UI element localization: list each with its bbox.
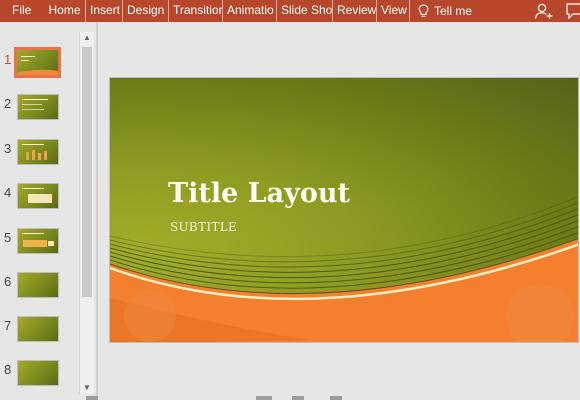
ribbon-tab-bar: File Home Insert Design Transitior Anima… — [0, 0, 580, 22]
thumb-arrow — [48, 241, 54, 246]
thumb-text-line — [22, 99, 48, 100]
add-person-icon[interactable] — [534, 2, 554, 20]
thumb-text-line — [22, 109, 44, 110]
thumb-bar — [26, 152, 29, 160]
slide-number: 4 — [4, 185, 12, 200]
thumb-bar — [44, 151, 47, 160]
scrollbar-thumb[interactable] — [82, 47, 92, 297]
slide-number: 1 — [4, 52, 12, 67]
thumb-subtitle-line — [21, 60, 29, 61]
tab-transitions[interactable]: Transitior — [169, 0, 223, 22]
thumbnail-row-2: 2 — [0, 94, 80, 130]
thumbnail-row-8: 8 — [0, 360, 80, 396]
thumb-bar — [38, 153, 41, 160]
tab-view[interactable]: View — [377, 0, 410, 22]
status-icon[interactable] — [86, 396, 98, 400]
tell-me-label: Tell me — [434, 4, 473, 18]
slide-subtitle[interactable]: SUBTITLE — [170, 220, 237, 234]
chevron-down-icon[interactable]: ▼ — [80, 382, 94, 394]
slide-number: 2 — [4, 96, 12, 111]
tab-home[interactable]: Home — [44, 0, 86, 22]
slide-number: 3 — [4, 141, 12, 156]
tell-me-search[interactable]: Tell me — [418, 4, 472, 18]
thumb-text-line — [22, 144, 44, 145]
tab-slide-show[interactable]: Slide Sho — [277, 0, 333, 22]
thumb-bar — [32, 150, 35, 160]
thumb-title-line — [21, 56, 35, 57]
tab-review[interactable]: Review — [333, 0, 377, 22]
thumb-text-line — [22, 104, 42, 105]
thumb-text-line — [22, 233, 44, 234]
slide-wave-decoration — [110, 196, 578, 342]
slide-number: 6 — [4, 274, 12, 289]
slide-canvas[interactable]: Title Layout SUBTITLE — [109, 77, 579, 343]
tab-design[interactable]: Design — [123, 0, 169, 22]
tab-animations[interactable]: Animatio — [223, 0, 277, 22]
slide-thumbnail-8[interactable] — [17, 360, 59, 386]
tab-insert[interactable]: Insert — [86, 0, 123, 22]
tab-file[interactable]: File — [0, 0, 44, 22]
thumb-shape — [23, 240, 47, 247]
slide-thumbnail-3[interactable] — [17, 139, 59, 165]
thumb-text-line — [22, 188, 44, 189]
slide-thumbnail-pane: 1 2 3 4 5 6 7 8 ▲ ▼ — [0, 22, 96, 400]
thumbnail-row-4: 4 — [0, 183, 80, 219]
reading-view-icon[interactable] — [330, 396, 342, 400]
normal-view-icon[interactable] — [256, 396, 272, 400]
pane-divider[interactable] — [96, 22, 98, 400]
slide-number: 8 — [4, 362, 12, 377]
slide-number: 7 — [4, 318, 12, 333]
slide-thumbnail-7[interactable] — [17, 316, 59, 342]
slide-title[interactable]: Title Layout — [168, 178, 350, 209]
slide-number: 5 — [4, 230, 12, 245]
comment-icon[interactable] — [566, 2, 580, 20]
slide-thumbnail-1[interactable] — [14, 47, 61, 78]
thumbnail-row-1: 1 — [0, 47, 80, 86]
thumbnail-scrollbar[interactable]: ▲ ▼ — [79, 32, 94, 394]
slide-thumbnail-5[interactable] — [17, 228, 59, 254]
slide-sorter-icon[interactable] — [292, 396, 304, 400]
thumbnail-row-7: 7 — [0, 316, 80, 352]
slide-thumbnail-4[interactable] — [17, 183, 59, 209]
slide-thumbnail-2[interactable] — [17, 94, 59, 120]
thumbnail-row-3: 3 — [0, 139, 80, 175]
slide-thumbnail-6[interactable] — [17, 272, 59, 298]
chevron-up-icon[interactable]: ▲ — [80, 32, 94, 44]
thumb-table — [28, 194, 52, 203]
thumbnail-row-6: 6 — [0, 272, 80, 308]
thumb-wave — [17, 69, 58, 75]
thumbnail-row-5: 5 — [0, 228, 80, 264]
lightbulb-icon — [418, 4, 429, 17]
